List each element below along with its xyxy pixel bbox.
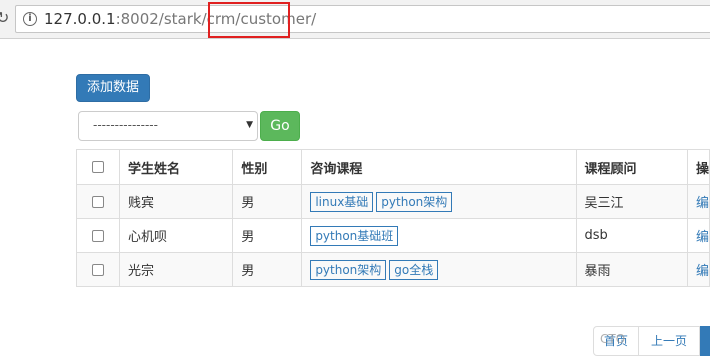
consultant: dsb bbox=[575, 218, 688, 253]
course-tag: linux基础 bbox=[310, 191, 374, 212]
courses-cell: linux基础 python架构 bbox=[301, 184, 577, 219]
add-data-button[interactable]: 添加数据 bbox=[76, 74, 150, 102]
reload-icon[interactable]: ↻ bbox=[0, 10, 9, 26]
courses-cell: python架构 go全栈 bbox=[301, 252, 577, 287]
action-select[interactable]: --------------- ▼ bbox=[78, 111, 258, 141]
consultant: 暴雨 bbox=[575, 252, 688, 287]
info-icon[interactable]: i bbox=[23, 12, 37, 26]
current-page-button[interactable] bbox=[700, 326, 710, 356]
row-select-cell bbox=[75, 218, 121, 253]
table-row: 贱宾 男 linux基础 python架构 吴三江 编 bbox=[75, 184, 710, 219]
previous-page-button[interactable]: 上一页 bbox=[638, 326, 700, 356]
column-header-gender: 性别 bbox=[232, 149, 303, 185]
edit-link[interactable]: 编 bbox=[686, 252, 710, 287]
table-row: 心机呗 男 python基础班 dsb 编 bbox=[75, 218, 710, 253]
consultant: 吴三江 bbox=[575, 184, 688, 219]
go-button[interactable]: Go bbox=[260, 111, 300, 141]
row-checkbox[interactable] bbox=[92, 195, 105, 208]
course-tag: python基础班 bbox=[310, 225, 399, 246]
row-select-cell bbox=[75, 184, 121, 219]
select-all-checkbox[interactable] bbox=[92, 161, 105, 173]
courses-cell: python基础班 bbox=[301, 218, 577, 253]
student-name: 光宗 bbox=[119, 252, 234, 287]
table-row: 光宗 男 python架构 go全栈 暴雨 编 bbox=[75, 252, 710, 287]
column-header-courses: 咨询课程 bbox=[301, 149, 577, 185]
select-all-cell bbox=[75, 149, 121, 185]
row-select-cell bbox=[75, 252, 121, 287]
first-page-button[interactable]: 首页 bbox=[593, 326, 639, 356]
course-tag: python架构 bbox=[376, 191, 453, 212]
chevron-down-icon: ▼ bbox=[246, 120, 253, 130]
table-header-row: 学生姓名 性别 咨询课程 课程顾问 操 bbox=[75, 149, 710, 185]
browser-address-bar: ↻ i 127.0.0.1:8002/stark/crm/customer/ bbox=[0, 0, 710, 39]
customer-table: 学生姓名 性别 咨询课程 课程顾问 操 贱宾 男 linux基础 python架构… bbox=[75, 149, 710, 287]
column-header-consultant: 课程顾问 bbox=[575, 149, 688, 185]
edit-link[interactable]: 编 bbox=[686, 218, 710, 253]
url-highlight-box bbox=[208, 2, 290, 38]
student-name: 心机呗 bbox=[119, 218, 234, 253]
gender: 男 bbox=[232, 218, 303, 253]
student-name: 贱宾 bbox=[119, 184, 234, 219]
course-tag: python架构 bbox=[310, 259, 387, 280]
row-checkbox[interactable] bbox=[92, 229, 105, 242]
row-checkbox[interactable] bbox=[92, 263, 105, 276]
gender: 男 bbox=[232, 252, 303, 287]
column-header-name: 学生姓名 bbox=[119, 149, 234, 185]
column-header-actions: 操 bbox=[686, 149, 710, 185]
edit-link[interactable]: 编 bbox=[686, 184, 710, 219]
course-tag: go全栈 bbox=[389, 259, 439, 280]
gender: 男 bbox=[232, 184, 303, 219]
action-select-value: --------------- bbox=[93, 118, 158, 132]
url-field[interactable]: i 127.0.0.1:8002/stark/crm/customer/ bbox=[15, 5, 710, 33]
